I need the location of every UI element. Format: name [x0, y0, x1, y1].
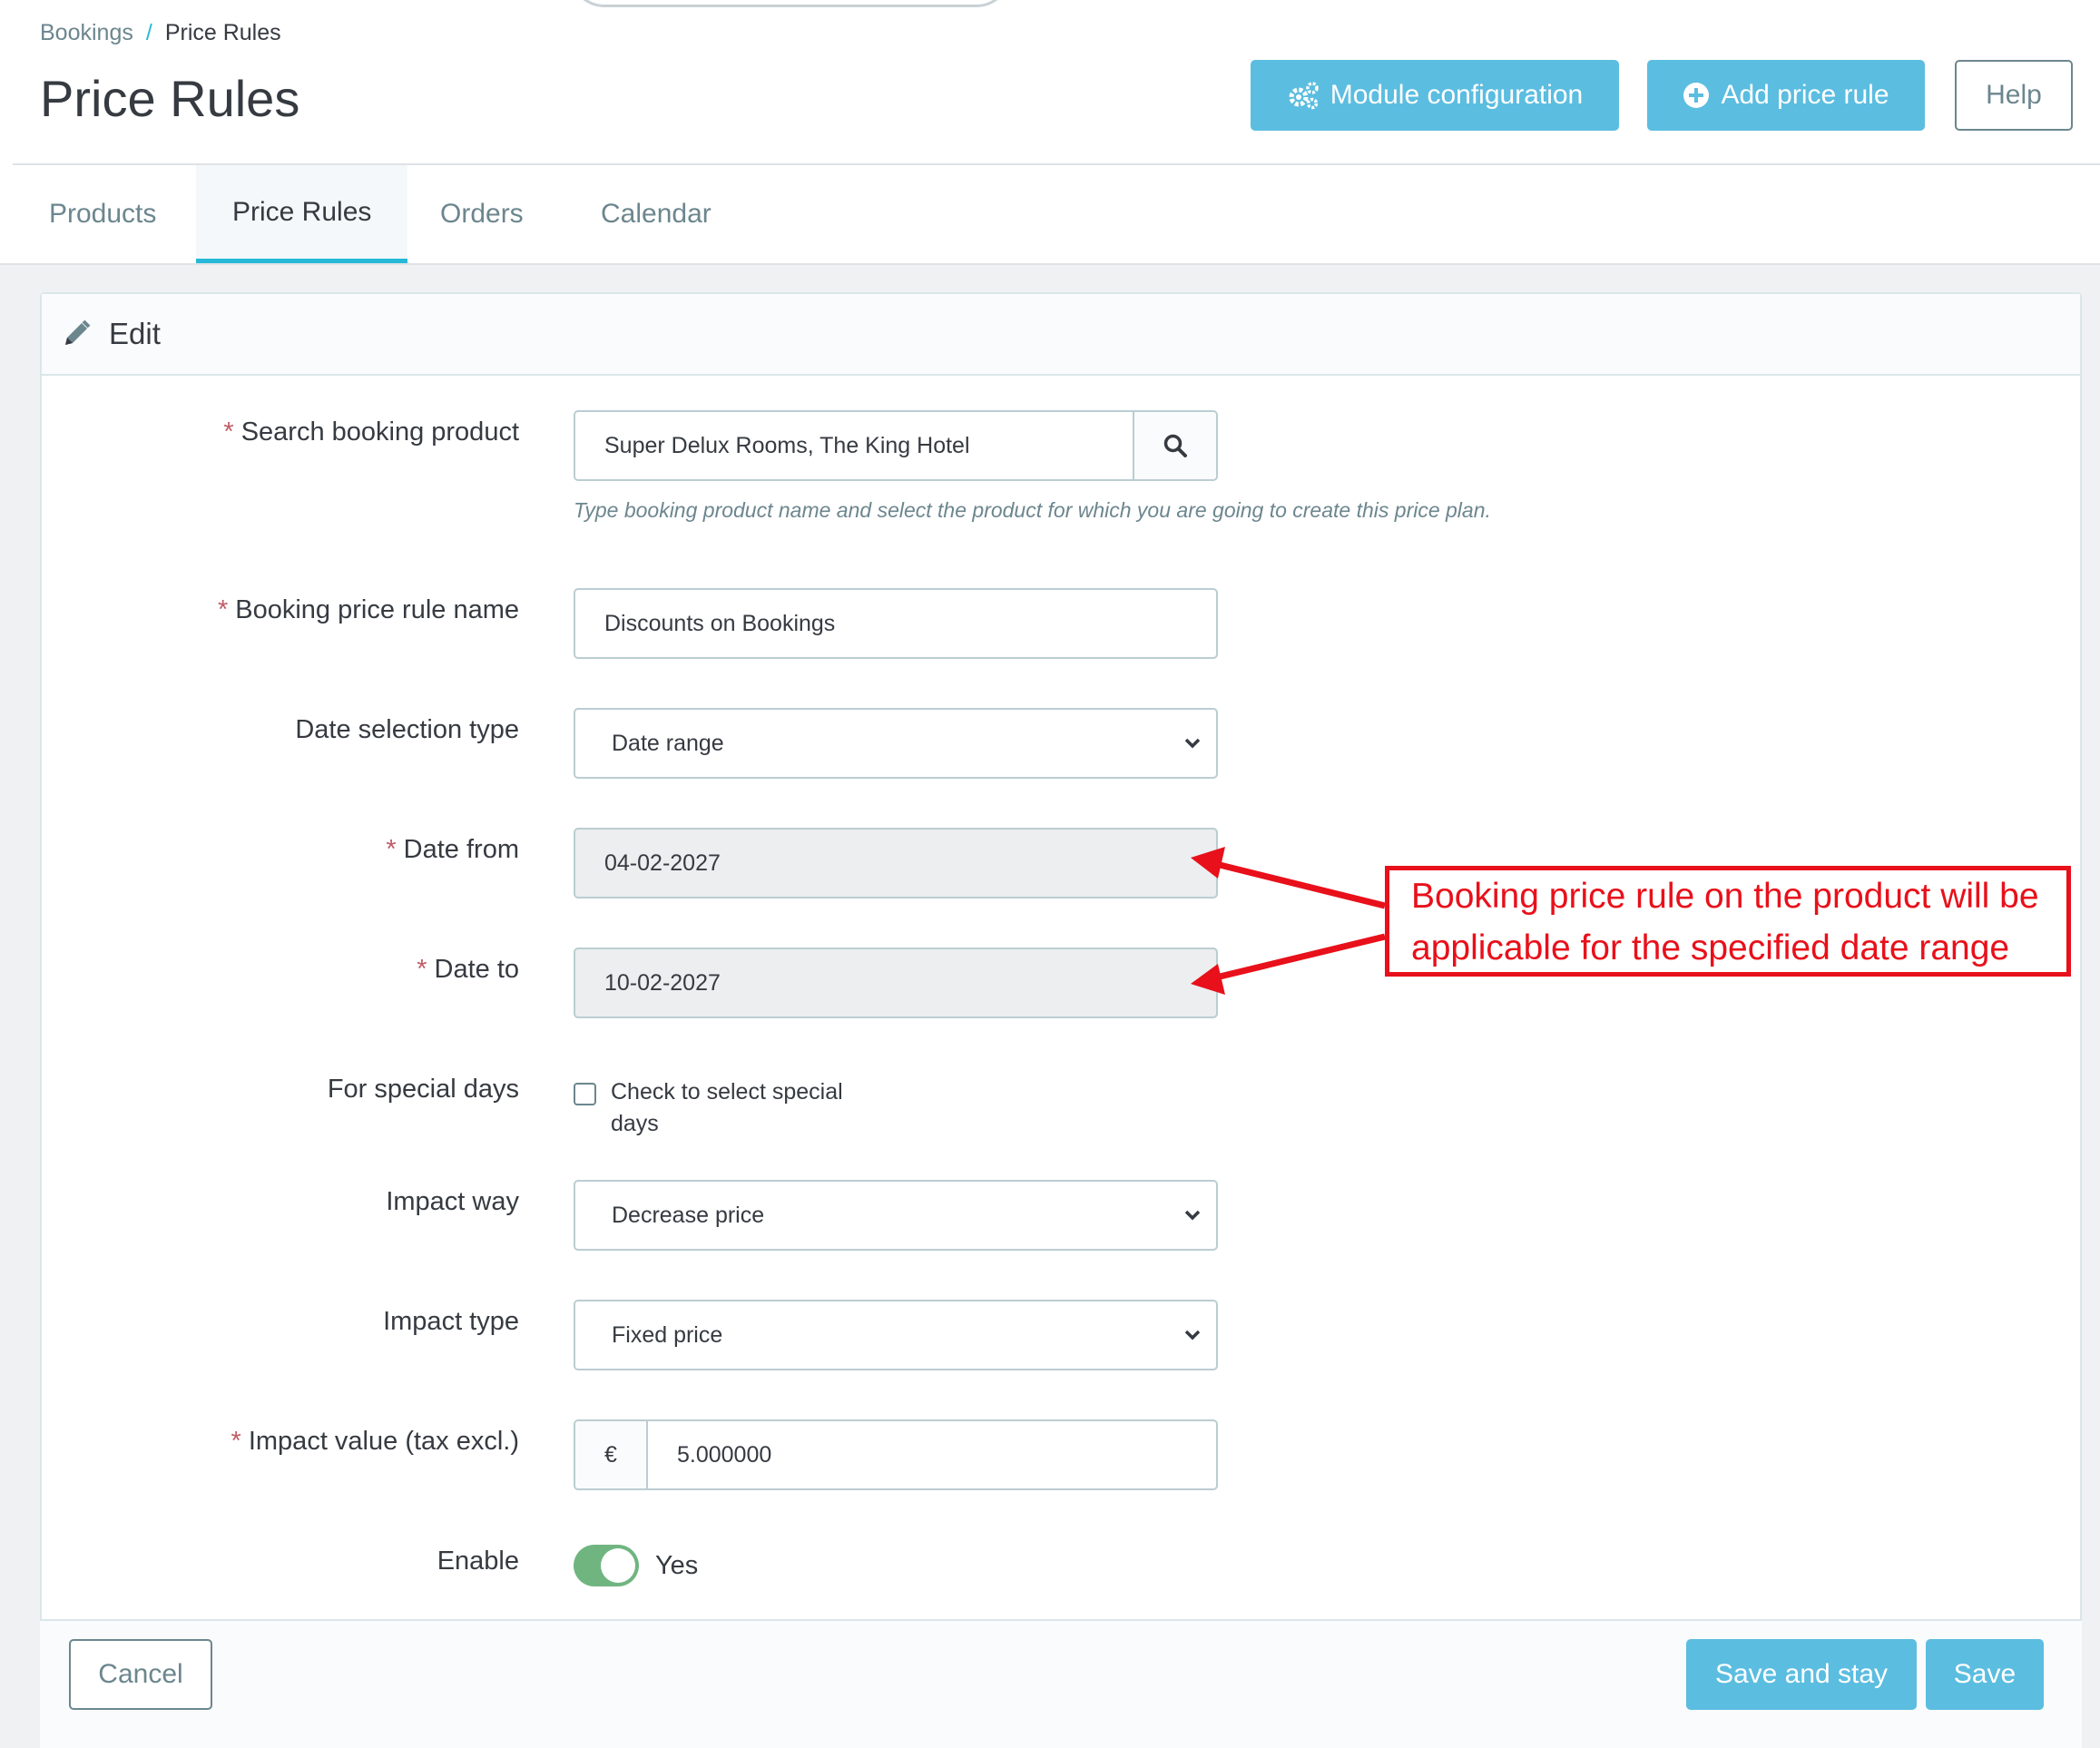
date-to-value: 10-02-2027	[604, 969, 721, 996]
impact-way-label: Impact way	[386, 1187, 519, 1216]
module-configuration-label: Module configuration	[1330, 80, 1584, 110]
cogs-icon	[1287, 81, 1320, 110]
date-to-input[interactable]: 10-02-2027	[574, 948, 1218, 1018]
special-days-row: Check to select special days	[574, 1076, 874, 1140]
panel-header: Edit	[42, 294, 2080, 376]
rule-name-input[interactable]: Discounts on Bookings	[574, 588, 1218, 659]
date-selection-type-value: Date range	[612, 730, 724, 756]
special-days-checkbox[interactable]	[574, 1083, 596, 1105]
date-from-input[interactable]: 04-02-2027	[574, 828, 1218, 899]
search-product-value: Super Delux Rooms, The King Hotel	[604, 432, 970, 458]
add-price-rule-button[interactable]: Add price rule	[1647, 60, 1925, 131]
impact-value-value: 5.000000	[677, 1441, 772, 1468]
chevron-down-icon	[1183, 1209, 1202, 1222]
special-days-checkbox-label[interactable]: Check to select special days	[611, 1076, 874, 1140]
special-days-label: For special days	[327, 1075, 519, 1104]
search-icon	[1163, 433, 1188, 458]
page-title: Price Rules	[40, 70, 300, 127]
chevron-down-icon	[1183, 1329, 1202, 1341]
enable-toggle-label: Yes	[655, 1550, 699, 1580]
breadcrumb-parent[interactable]: Bookings	[40, 20, 133, 45]
annotation-line-2: applicable for the specified date range	[1411, 928, 2010, 967]
date-selection-type-label: Date selection type	[295, 715, 519, 744]
breadcrumb: Bookings / Price Rules	[40, 20, 281, 46]
impact-type-value: Fixed price	[612, 1321, 723, 1348]
tab-calendar[interactable]: Calendar	[601, 165, 711, 263]
breadcrumb-separator: /	[145, 20, 152, 45]
annotation-callout: Booking price rule on the product will b…	[1385, 866, 2071, 977]
tab-price-rules[interactable]: Price Rules	[196, 165, 408, 263]
tabs-divider	[0, 263, 2100, 265]
date-from-label: * Date from	[386, 835, 519, 865]
impact-type-select[interactable]: Fixed price	[574, 1300, 1218, 1370]
rule-name-label: * Booking price rule name	[218, 595, 519, 625]
required-marker: *	[386, 835, 397, 864]
tab-products[interactable]: Products	[49, 165, 156, 263]
rule-name-value: Discounts on Bookings	[604, 610, 836, 636]
currency-addon: €	[575, 1421, 648, 1488]
plus-circle-icon	[1683, 82, 1710, 109]
save-button[interactable]: Save	[1926, 1639, 2044, 1710]
impact-type-label: Impact type	[383, 1307, 519, 1336]
impact-value-label: * Impact value (tax excl.)	[231, 1427, 519, 1457]
date-selection-type-select[interactable]: Date range	[574, 708, 1218, 779]
impact-way-select[interactable]: Decrease price	[574, 1180, 1218, 1251]
search-product-help: Type booking product name and select the…	[574, 498, 1491, 522]
enable-switch-row: Yes	[574, 1545, 698, 1586]
date-to-label: * Date to	[417, 955, 519, 985]
required-marker: *	[417, 955, 427, 984]
date-from-value: 04-02-2027	[604, 849, 721, 876]
help-button[interactable]: Help	[1955, 60, 2073, 131]
required-marker: *	[217, 595, 229, 624]
add-price-rule-label: Add price rule	[1721, 80, 1889, 110]
rule-name-label-text: Booking price rule name	[235, 595, 519, 624]
tab-orders[interactable]: Orders	[440, 165, 524, 263]
toggle-knob	[601, 1548, 635, 1583]
annotation-line-1: Booking price rule on the product will b…	[1411, 877, 2039, 916]
impact-value-field[interactable]: € 5.000000	[574, 1419, 1218, 1490]
required-marker: *	[223, 417, 234, 447]
search-product-label-text: Search booking product	[240, 417, 519, 447]
module-configuration-button[interactable]: Module configuration	[1251, 60, 1619, 131]
search-product-field[interactable]: Super Delux Rooms, The King Hotel	[574, 410, 1218, 481]
impact-value-label-text: Impact value (tax excl.)	[248, 1427, 519, 1456]
enable-label: Enable	[437, 1547, 519, 1576]
search-product-button[interactable]	[1133, 412, 1216, 479]
impact-way-value: Decrease price	[612, 1202, 765, 1228]
cancel-button[interactable]: Cancel	[69, 1639, 212, 1710]
chevron-down-icon	[1183, 737, 1202, 750]
required-marker: *	[231, 1427, 241, 1456]
panel-title: Edit	[109, 317, 161, 350]
header-search-edge	[570, 0, 1011, 7]
date-from-label-text: Date from	[403, 835, 519, 864]
enable-toggle[interactable]	[574, 1545, 639, 1586]
date-to-label-text: Date to	[434, 955, 520, 984]
breadcrumb-current: Price Rules	[164, 20, 281, 45]
search-product-label: * Search booking product	[223, 417, 519, 447]
save-and-stay-button[interactable]: Save and stay	[1686, 1639, 1917, 1710]
pencil-icon	[60, 318, 93, 350]
